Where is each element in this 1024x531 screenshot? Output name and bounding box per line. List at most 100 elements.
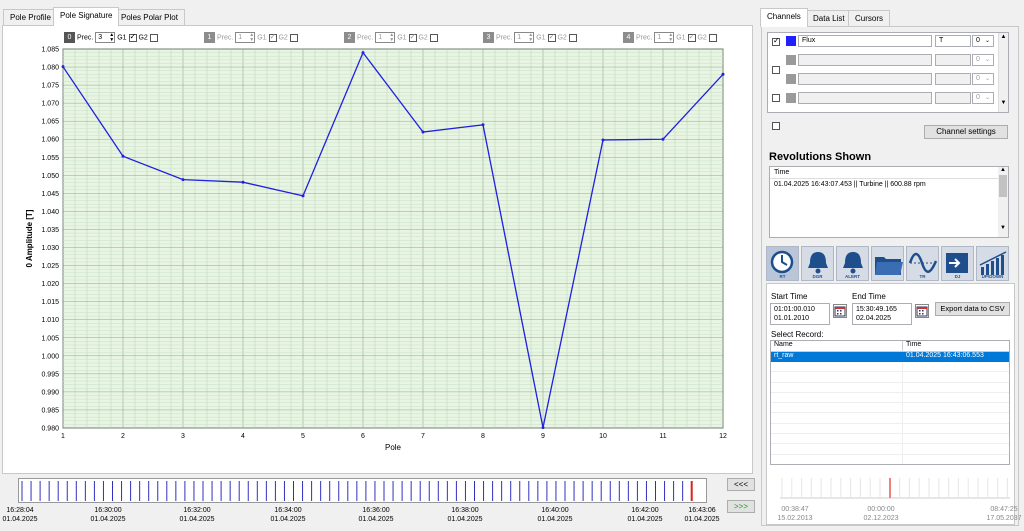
precision-spinner[interactable]: 3 ▲ ▼: [95, 32, 116, 43]
start-time-field[interactable]: 01:01:00.010 01.01.2010: [770, 303, 830, 325]
channel-enable-checkbox[interactable]: [772, 93, 780, 102]
precision-spinner[interactable]: 1 ▲ ▼: [514, 32, 535, 43]
g2-checkbox[interactable]: [568, 33, 577, 42]
start-calendar-icon[interactable]: [833, 304, 847, 318]
g1-checkbox[interactable]: [128, 32, 137, 42]
y-tick-label: 1.005: [41, 335, 59, 342]
x-tick-label: 7: [421, 433, 425, 440]
channel-settings-button[interactable]: Channel settings: [924, 125, 1008, 139]
tab-poles-polar-plot[interactable]: Poles Polar Plot: [114, 9, 185, 25]
x-tick-label: 1: [61, 433, 65, 440]
revolution-item[interactable]: 01.04.2025 16:43:07.453 || Turbine || 60…: [770, 179, 1008, 190]
record-name: rt_raw: [774, 352, 794, 359]
record-range-timeline[interactable]: [780, 476, 1010, 503]
signature-control-4: 4 Prec. 1▲▼ G1 G2: [623, 32, 717, 44]
rt-clock-icon[interactable]: RT: [766, 246, 799, 281]
data-point: [661, 137, 665, 141]
y-tick-label: 1.060: [41, 137, 59, 144]
record-empty-row: [771, 423, 1009, 435]
prev-page-button[interactable]: <<<: [727, 478, 755, 491]
precision-spinner[interactable]: 1 ▲ ▼: [375, 32, 396, 43]
channel-index-select[interactable]: 0 ⌄: [972, 54, 994, 66]
g2-checkbox[interactable]: [149, 33, 158, 42]
channel-unit-field[interactable]: [935, 92, 971, 104]
tab-data-list[interactable]: Data List: [806, 10, 852, 26]
end-calendar-icon[interactable]: [915, 304, 929, 318]
channel-color-swatch[interactable]: [786, 36, 796, 46]
y-axis-label: 0 Amplitude [T]: [25, 209, 34, 267]
mini-timeline-label: 08:47:25 17.05.2037: [986, 506, 1022, 522]
g1-checkbox[interactable]: [687, 32, 696, 42]
prec-label: Prec.: [76, 34, 94, 42]
channel-number-badge: 2: [344, 32, 355, 43]
channel-enable-checkbox[interactable]: [772, 65, 780, 74]
channel-index-select[interactable]: 0 ⌄: [972, 92, 994, 104]
channel-unit-field[interactable]: [935, 73, 971, 85]
trend-tr-icon[interactable]: TR: [906, 246, 939, 281]
y-tick-label: 0.985: [41, 407, 59, 414]
channel-color-swatch[interactable]: [786, 55, 796, 65]
data-point: [721, 72, 725, 76]
channel-list-scrollbar[interactable]: ▲ ▼: [998, 33, 1008, 112]
y-tick-label: 1.075: [41, 83, 59, 90]
channel-number-badge: 4: [623, 32, 634, 43]
channel-unit-field[interactable]: T: [935, 35, 971, 47]
revolutions-header: Time: [770, 167, 1008, 179]
g2-checkbox[interactable]: [429, 33, 438, 42]
channel-enable-checkbox[interactable]: [772, 121, 780, 130]
signature-control-3: 3 Prec. 1▲▼ G1 G2: [483, 32, 577, 44]
precision-spinner[interactable]: 1 ▲ ▼: [235, 32, 256, 43]
channel-color-swatch[interactable]: [786, 93, 796, 103]
g2-label: G2: [418, 34, 428, 42]
channel-unit-field[interactable]: [935, 54, 971, 66]
data-point: [121, 154, 125, 158]
tab-channels[interactable]: Channels: [760, 8, 808, 27]
g1-checkbox[interactable]: [547, 32, 556, 42]
channel-index-select[interactable]: 0 ⌄: [972, 73, 994, 85]
tab-pole-profile[interactable]: Pole Profile: [3, 9, 58, 25]
y-tick-label: 1.020: [41, 281, 59, 288]
record-empty-row: [771, 382, 1009, 393]
timeline-label: 16:30:00 01.04.2025: [90, 507, 126, 523]
revolutions-list: Time 01.04.2025 16:43:07.453 || Turbine …: [769, 166, 1009, 238]
record-empty-row: [771, 444, 1009, 455]
g1-checkbox[interactable]: [268, 32, 277, 42]
record-row[interactable]: rt_raw 01.04.2025 16:43:06.553: [771, 352, 1009, 362]
g2-checkbox[interactable]: [289, 33, 298, 42]
export-dj-icon[interactable]: DJ: [941, 246, 974, 281]
precision-spinner[interactable]: 1 ▲ ▼: [654, 32, 675, 43]
end-time-field[interactable]: 15:30:49.165 02.04.2025: [852, 303, 912, 325]
x-tick-label: 3: [181, 433, 185, 440]
y-tick-label: 1.065: [41, 119, 59, 126]
column-time: Time: [906, 341, 922, 348]
next-page-button[interactable]: >>>: [727, 500, 755, 513]
folder-icon[interactable]: [871, 246, 904, 281]
y-tick-label: 1.070: [41, 101, 59, 108]
tab-cursors[interactable]: Cursors: [848, 10, 891, 26]
channel-name-field[interactable]: [798, 92, 932, 104]
g2-checkbox[interactable]: [708, 33, 717, 42]
signature-control-2: 2 Prec. 1▲▼ G1 G2: [344, 32, 438, 44]
updown-chart-icon[interactable]: UP/DOWN: [976, 246, 1009, 281]
channel-index-select[interactable]: 0 ⌄: [972, 35, 994, 47]
chevron-down-icon: ⌄: [984, 95, 990, 101]
channel-name-field[interactable]: [798, 73, 932, 85]
channel-enable-checkbox[interactable]: [772, 36, 780, 46]
export-csv-button[interactable]: Export data to CSV: [935, 302, 1010, 316]
start-time-label: Start Time: [771, 292, 808, 301]
timeline-bar[interactable]: [18, 478, 707, 503]
tab-pole-signature[interactable]: Pole Signature: [53, 7, 120, 26]
signature-control-0: 0 Prec. 3▲▼ G1 G2: [64, 32, 158, 44]
timeline-label: 16:42:00 01.04.2025: [627, 507, 663, 523]
g1-label: G1: [676, 34, 686, 42]
end-date-value: 02.04.2025: [856, 315, 892, 322]
revolutions-shown-title: Revolutions Shown: [769, 151, 872, 163]
g1-checkbox[interactable]: [408, 32, 417, 42]
dgr-alarm-icon[interactable]: DGR: [801, 246, 834, 281]
alert-alarm-icon[interactable]: ALERT: [836, 246, 869, 281]
channel-name-field[interactable]: [798, 54, 932, 66]
channel-name-field[interactable]: Flux: [798, 35, 932, 47]
channel-color-swatch[interactable]: [786, 74, 796, 84]
revolutions-scrollbar[interactable]: ▲ ▼: [998, 167, 1008, 237]
start-time-value: 01:01:00.010: [774, 306, 815, 313]
